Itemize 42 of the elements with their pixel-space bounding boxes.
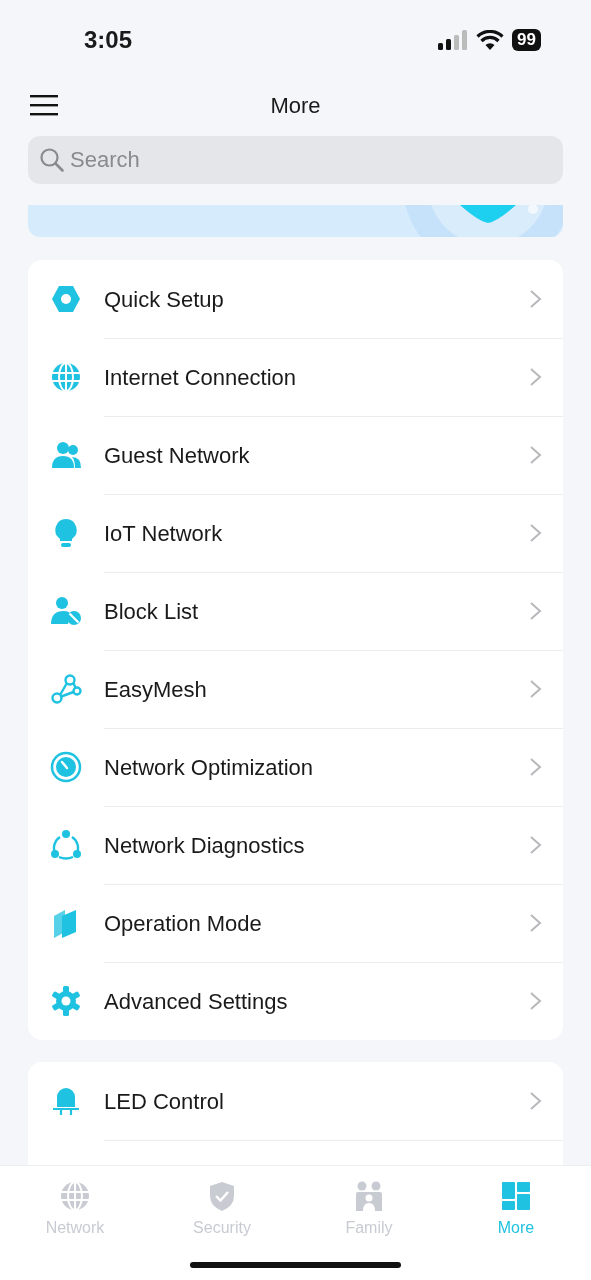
chevron-icon bbox=[529, 913, 543, 933]
search-field[interactable]: Search bbox=[28, 136, 563, 184]
menu-item-label[interactable]: Quick Setup bbox=[104, 282, 529, 316]
chevron-icon bbox=[529, 367, 543, 387]
gauge-icon bbox=[50, 751, 82, 783]
menu-item-label[interactable]: Block List bbox=[104, 594, 529, 628]
menu-item-label[interactable]: Network Diagnostics bbox=[104, 828, 529, 862]
menu-item-label[interactable]: IoT Network bbox=[104, 516, 529, 550]
family-icon bbox=[353, 1180, 385, 1212]
menu-item-label[interactable]: EasyMesh bbox=[104, 672, 529, 706]
chevron-icon bbox=[529, 601, 543, 621]
chevron-icon bbox=[529, 523, 543, 543]
chevron-icon bbox=[529, 991, 543, 1011]
menu-item-label[interactable]: Guest Network bbox=[104, 438, 529, 472]
chevron-icon bbox=[529, 445, 543, 465]
battery-level: 99 bbox=[512, 29, 541, 51]
people-icon bbox=[50, 439, 82, 471]
status-time: 3:05 bbox=[84, 25, 133, 55]
grid-icon bbox=[500, 1180, 532, 1212]
person-block-icon bbox=[50, 595, 82, 627]
globe-icon bbox=[59, 1180, 91, 1212]
menu-item-label[interactable]: LED Control bbox=[104, 1084, 529, 1118]
led-icon bbox=[50, 1085, 82, 1117]
signal-icon bbox=[438, 30, 469, 50]
menu-item-label[interactable]: Operation Mode bbox=[104, 906, 529, 940]
menu-item-label[interactable]: Network Optimization bbox=[104, 750, 529, 784]
chevron-icon bbox=[529, 1091, 543, 1111]
triangle-nodes-icon bbox=[50, 829, 82, 861]
globe-icon bbox=[50, 361, 82, 393]
menu-icon[interactable] bbox=[30, 94, 58, 116]
chevron-icon bbox=[529, 289, 543, 309]
wifi-icon bbox=[476, 30, 505, 50]
chevron-icon bbox=[529, 835, 543, 855]
page-title: More bbox=[270, 91, 321, 120]
hexagon-icon bbox=[50, 283, 82, 315]
chevron-icon bbox=[529, 679, 543, 699]
chevron-icon bbox=[529, 757, 543, 777]
menu-item-label[interactable]: Advanced Settings bbox=[104, 984, 529, 1018]
search-icon bbox=[39, 147, 65, 173]
gear-icon bbox=[50, 985, 82, 1017]
mesh-nodes-icon bbox=[50, 673, 82, 705]
menu-item-label[interactable]: Internet Connection bbox=[104, 360, 529, 394]
